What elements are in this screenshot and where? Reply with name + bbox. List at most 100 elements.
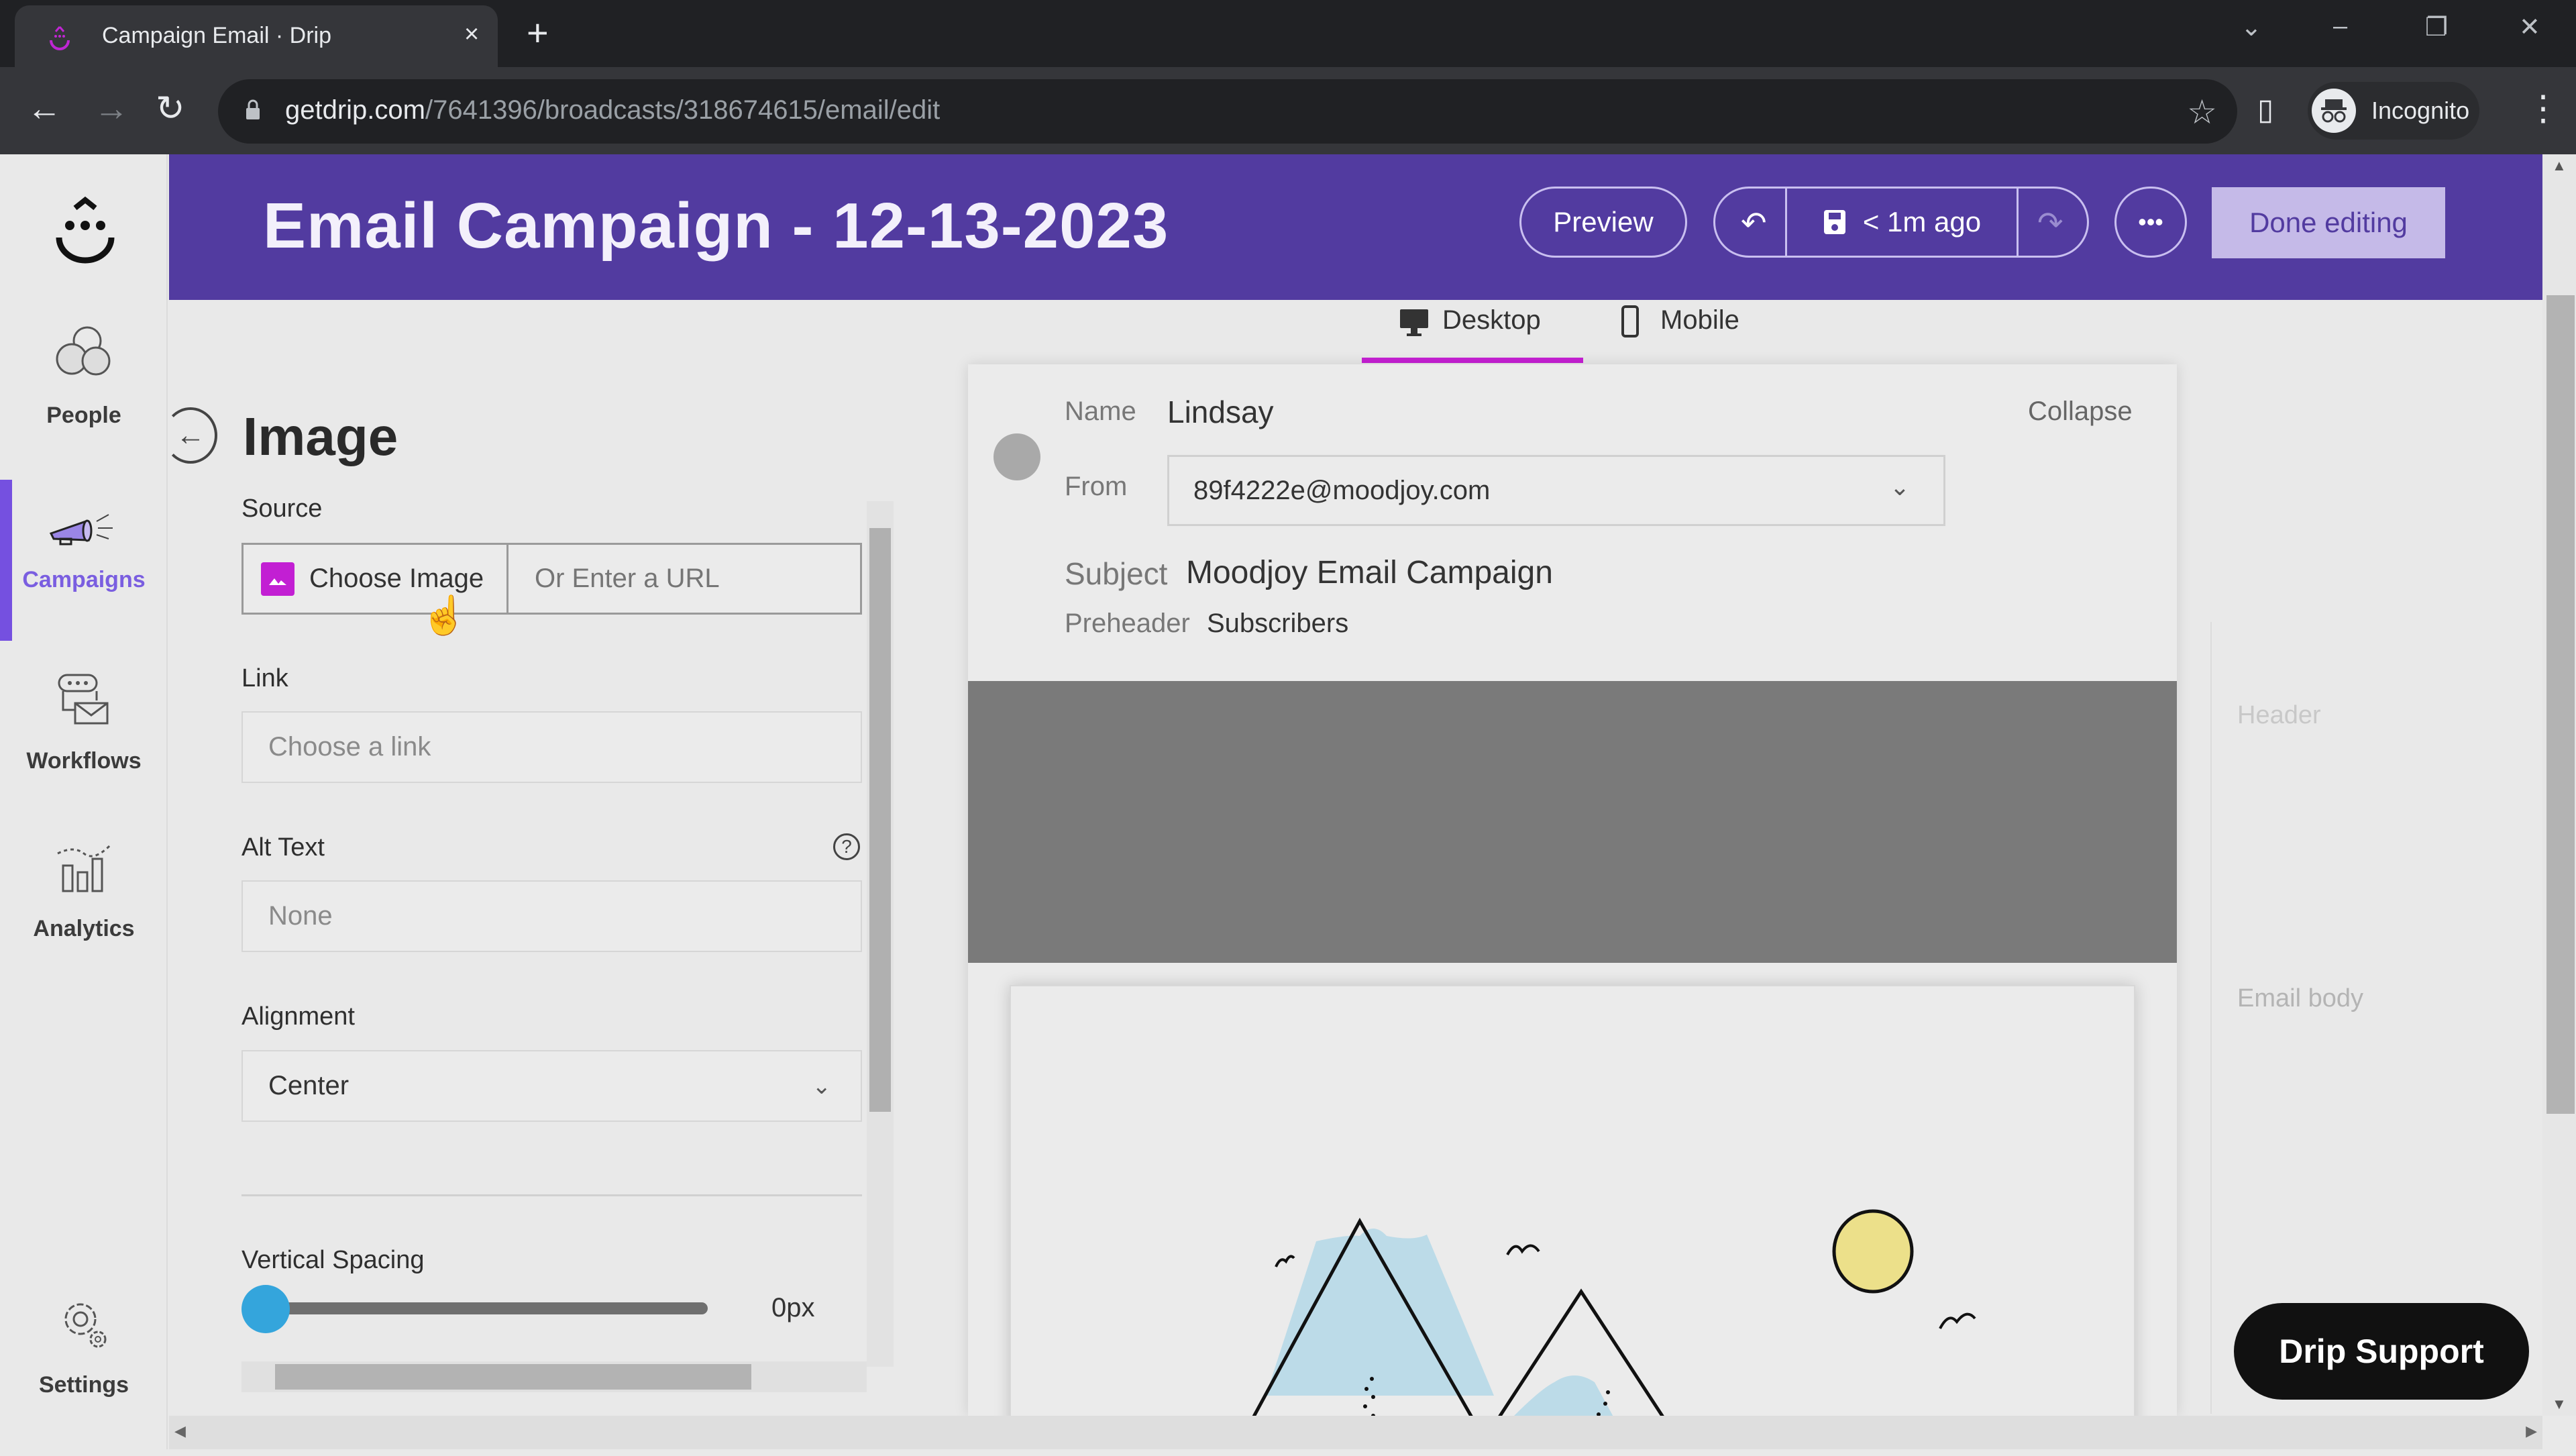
- incognito-icon: [2312, 89, 2356, 133]
- sidebar-item-settings[interactable]: Settings: [0, 1295, 168, 1456]
- close-window-button[interactable]: ✕: [2519, 12, 2540, 42]
- back-button[interactable]: ←: [27, 89, 62, 129]
- scroll-up-icon[interactable]: ▲: [2552, 157, 2567, 174]
- redo-icon[interactable]: ↷: [2037, 205, 2063, 241]
- link-input[interactable]: Choose a link: [241, 711, 862, 783]
- drip-support-button[interactable]: Drip Support: [2234, 1303, 2529, 1400]
- sidebar-label: Campaigns: [22, 567, 146, 592]
- image-icon: [261, 562, 294, 596]
- scrollbar-thumb[interactable]: [869, 528, 891, 1112]
- address-bar[interactable]: getdrip.com/7641396/broadcasts/318674615…: [218, 79, 2237, 144]
- page-horizontal-scrollbar[interactable]: ◀ ▶: [169, 1416, 2542, 1449]
- link-placeholder: Choose a link: [268, 732, 431, 762]
- profile-label: Incognito: [2371, 97, 2470, 124]
- sidebar-label: People: [46, 403, 121, 428]
- desktop-icon: [1400, 309, 1428, 336]
- active-tab-indicator: [1362, 358, 1583, 363]
- back-button[interactable]: ←: [164, 407, 217, 464]
- scroll-down-icon[interactable]: ▼: [2552, 1396, 2567, 1413]
- vertical-spacing-slider[interactable]: 0px: [241, 1278, 879, 1339]
- spacing-value: 0px: [771, 1293, 815, 1322]
- alt-text-placeholder: None: [268, 901, 333, 931]
- outline-header-item[interactable]: Header: [2237, 701, 2321, 730]
- device-tabs: Desktop Mobile: [1362, 300, 1739, 364]
- link-label: Link: [241, 664, 288, 692]
- preheader-label: Preheader: [1065, 609, 1190, 638]
- alignment-select[interactable]: Center ⌄: [241, 1050, 862, 1122]
- panel-vertical-scrollbar[interactable]: [867, 501, 894, 1367]
- done-editing-button[interactable]: Done editing: [2212, 187, 2445, 258]
- scrollbar-thumb[interactable]: [2546, 295, 2575, 1114]
- scrollbar-thumb[interactable]: [275, 1364, 751, 1390]
- slider-thumb[interactable]: [241, 1285, 290, 1333]
- analytics-icon: [57, 844, 111, 892]
- workflow-icon: [58, 674, 109, 725]
- panel-horizontal-scrollbar[interactable]: [241, 1361, 867, 1392]
- tab-desktop[interactable]: Desktop: [1362, 300, 1583, 364]
- drip-favicon-icon: [50, 26, 70, 50]
- tab-mobile[interactable]: Mobile: [1620, 300, 1761, 364]
- app-sidebar: People Campaigns Workflows Analytics Set…: [0, 154, 168, 1449]
- save-icon: [1823, 210, 1845, 234]
- browser-tab[interactable]: Campaign Email · Drip ×: [15, 5, 498, 67]
- more-options-button[interactable]: •••: [2114, 187, 2187, 258]
- save-status: < 1m ago: [1862, 206, 1982, 238]
- email-header-block[interactable]: [968, 681, 2177, 963]
- undo-icon[interactable]: ↶: [1741, 205, 1767, 241]
- from-select[interactable]: 89f4222e@moodjoy.com ⌄: [1167, 455, 1945, 526]
- tab-close-icon[interactable]: ×: [464, 20, 479, 49]
- lock-icon: [246, 99, 260, 119]
- forward-button[interactable]: →: [94, 89, 129, 129]
- tab-label: Mobile: [1660, 305, 1739, 335]
- side-panel-icon[interactable]: ▯: [2257, 93, 2273, 127]
- page-vertical-scrollbar[interactable]: ▲ ▼: [2542, 154, 2576, 1416]
- alt-text-label: Alt Text: [241, 833, 325, 862]
- restore-button[interactable]: ❐: [2425, 12, 2448, 42]
- divider: [241, 1194, 862, 1196]
- chevron-down-icon: ⌄: [1889, 473, 1910, 501]
- megaphone-icon: [49, 514, 113, 545]
- outline-panel: Header Email body: [2177, 300, 2542, 1414]
- image-url-input[interactable]: [511, 545, 859, 613]
- sidebar-item-analytics[interactable]: Analytics: [0, 839, 168, 1000]
- sidebar-item-campaigns[interactable]: Campaigns: [0, 480, 168, 641]
- source-field: Choose Image: [241, 543, 862, 615]
- reload-button[interactable]: ↻: [156, 89, 185, 129]
- alt-text-input[interactable]: None: [241, 880, 862, 952]
- preheader-value[interactable]: Subscribers: [1207, 609, 1348, 639]
- outline-body-item[interactable]: Email body: [2237, 984, 2363, 1013]
- from-value: 89f4222e@moodjoy.com: [1193, 476, 1491, 505]
- support-label: Drip Support: [2279, 1333, 2484, 1370]
- bookmark-star-icon[interactable]: ☆: [2187, 93, 2217, 132]
- subject-value[interactable]: Moodjoy Email Campaign: [1186, 554, 1553, 591]
- arrow-left-icon: ←: [176, 419, 205, 452]
- drip-logo-icon[interactable]: [55, 193, 115, 266]
- campaign-header: Email Campaign - 12-13-2023 Preview ↶ < …: [169, 154, 2542, 300]
- preview-button[interactable]: Preview: [1519, 187, 1687, 258]
- sidebar-item-workflows[interactable]: Workflows: [0, 671, 168, 832]
- new-tab-button[interactable]: +: [527, 11, 549, 54]
- browser-menu-icon[interactable]: ⋮: [2526, 89, 2561, 129]
- chevron-down-icon: ⌄: [812, 1073, 832, 1099]
- done-editing-label: Done editing: [2249, 207, 2408, 238]
- alignment-label: Alignment: [241, 1002, 355, 1031]
- people-icon: [56, 326, 111, 376]
- collapse-link[interactable]: Collapse: [2028, 397, 2133, 427]
- choose-image-button[interactable]: Choose Image: [244, 545, 508, 613]
- save-button[interactable]: < 1m ago: [1785, 189, 2019, 256]
- minimize-button[interactable]: –: [2333, 12, 2347, 41]
- help-icon[interactable]: ?: [833, 833, 860, 860]
- sender-name[interactable]: Lindsay: [1167, 394, 1274, 430]
- tab-search-icon[interactable]: ⌄: [2241, 12, 2262, 42]
- scroll-left-icon[interactable]: ◀: [174, 1422, 186, 1440]
- name-label: Name: [1065, 397, 1136, 426]
- subject-label: Subject: [1065, 556, 1168, 591]
- image-block[interactable]: [1010, 985, 2135, 1416]
- sidebar-label: Analytics: [33, 916, 135, 941]
- sidebar-label: Settings: [38, 1372, 129, 1398]
- incognito-badge[interactable]: Incognito: [2308, 82, 2479, 140]
- gear-icon: [64, 1303, 107, 1348]
- scroll-right-icon[interactable]: ▶: [2526, 1422, 2537, 1440]
- sidebar-item-people[interactable]: People: [0, 322, 168, 483]
- choose-image-label: Choose Image: [309, 564, 484, 593]
